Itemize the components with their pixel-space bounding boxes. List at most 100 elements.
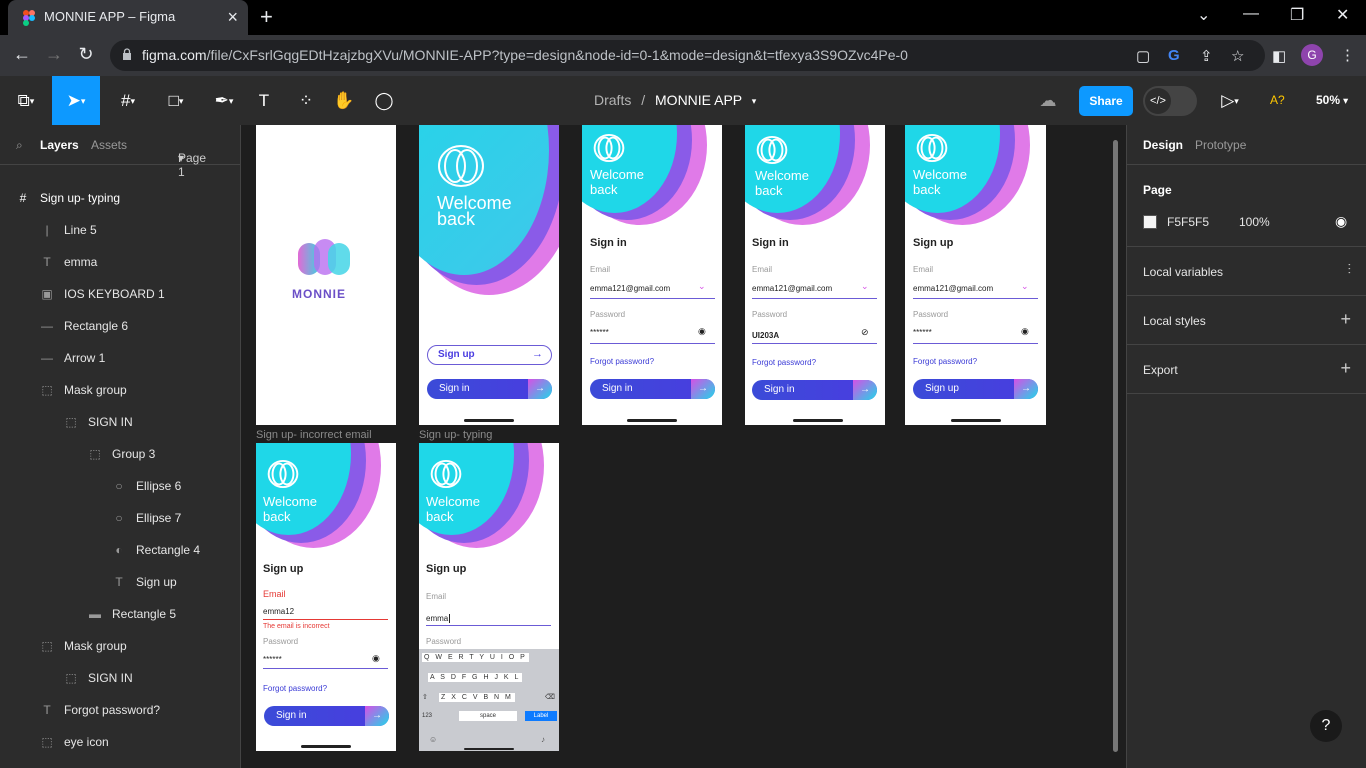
frame-typing[interactable]: Welcome back Sign up Email emma Password… (419, 443, 559, 751)
layer-row[interactable]: ⬚ Group 3 (0, 438, 240, 470)
zoom-select[interactable]: 50% ▾ (1316, 93, 1348, 107)
frame-sign-up[interactable]: Welcome back Sign up Email emma121@gmail… (905, 125, 1046, 425)
layer-row[interactable]: ⬚ SIGN IN (0, 662, 240, 694)
new-tab-button[interactable]: + (260, 4, 273, 30)
forgot-password-link[interactable]: Forgot password? (913, 357, 977, 366)
design-canvas[interactable]: MONNIE Welcome back Sign up → Sign in → W… (241, 125, 1126, 768)
file-name[interactable]: MONNIE APP (655, 92, 742, 108)
frame-label[interactable]: Sign up- incorrect email (256, 429, 372, 441)
sign-in-button[interactable]: Sign in → (590, 379, 715, 399)
dev-mode-toggle[interactable]: </> (1143, 86, 1197, 116)
layer-row[interactable]: ⬚ eye icon (0, 726, 240, 758)
pen-tool-button[interactable]: ✒▾ (204, 76, 244, 125)
layer-row[interactable]: ▬ Rectangle 5 (0, 598, 240, 630)
eye-off-icon[interactable]: ⊘ (861, 327, 869, 338)
email-field[interactable]: emma121@gmail.com (590, 284, 670, 293)
tab-prototype[interactable]: Prototype (1195, 138, 1246, 152)
microphone-icon[interactable]: ♪ (541, 735, 545, 744)
chevron-down-icon[interactable]: ⌄ (1197, 5, 1210, 25)
browser-tab[interactable]: MONNIE APP – Figma × (8, 0, 248, 35)
forgot-password-link[interactable]: Forgot password? (590, 357, 654, 366)
minimize-icon[interactable]: — (1243, 5, 1259, 23)
eye-icon[interactable]: ◉ (1335, 213, 1347, 230)
share-button[interactable]: Share (1079, 86, 1133, 116)
email-field[interactable]: emma121@gmail.com (913, 284, 993, 293)
back-icon[interactable]: ← (10, 44, 34, 65)
layer-row[interactable]: | Line 5 (0, 214, 240, 246)
tab-design[interactable]: Design (1143, 138, 1183, 152)
breadcrumb-drafts[interactable]: Drafts (594, 92, 631, 108)
space-key[interactable]: space (459, 711, 517, 721)
frame-sign-in-visible[interactable]: Welcome back Sign in Email emma121@gmail… (745, 125, 885, 425)
frame-tool-button[interactable]: #▾ (108, 76, 148, 125)
sign-in-button[interactable]: Sign in → (427, 379, 552, 399)
layer-row[interactable]: ○ Ellipse 6 (0, 470, 240, 502)
bookmark-star-icon[interactable]: ☆ (1231, 47, 1244, 65)
tab-assets[interactable]: Assets (91, 138, 127, 152)
present-button[interactable]: ▷▾ (1212, 76, 1248, 125)
layer-row[interactable]: ⬚ SIGN IN (0, 406, 240, 438)
restore-icon[interactable]: ❐ (1290, 5, 1304, 25)
shape-tool-button[interactable]: □▾ (156, 76, 196, 125)
omnibox[interactable]: figma.com/file/CxFsrlGqgEDtHzajzbgXVu/MO… (110, 40, 1265, 71)
layer-row[interactable]: # Sign up- typing (0, 182, 240, 214)
layer-row[interactable]: T Sign up (0, 566, 240, 598)
forgot-password-link[interactable]: Forgot password? (752, 358, 816, 367)
eye-icon[interactable]: ◉ (698, 326, 706, 337)
keyboard-row-2[interactable]: A S D F G H J K L (428, 673, 523, 682)
return-key[interactable]: Label (525, 711, 557, 721)
frame-incorrect-email[interactable]: Welcome back Sign up Email emma12 The em… (256, 443, 396, 751)
frame-welcome[interactable]: Welcome back Sign up → Sign in → (419, 125, 559, 425)
ios-keyboard[interactable]: Q W E R T Y U I O P A S D F G H J K L ⇧ … (419, 649, 559, 751)
layer-row[interactable]: ⬚ Mask group (0, 374, 240, 406)
canvas-scrollbar[interactable] (1113, 140, 1118, 752)
resources-button[interactable]: ⁘ (288, 76, 324, 125)
layer-row[interactable]: ◐ Rectangle 4 (0, 534, 240, 566)
plus-icon[interactable]: + (1340, 358, 1351, 379)
password-field[interactable]: ****** (913, 328, 932, 337)
shift-icon[interactable]: ⇧ (422, 693, 428, 701)
emoji-icon[interactable]: ☺ (429, 735, 437, 744)
layer-row[interactable]: ▣ IOS KEYBOARD 1 (0, 278, 240, 310)
layer-row[interactable]: ⬚TICK ICON (0, 758, 240, 768)
layer-row[interactable]: — Arrow 1 (0, 342, 240, 374)
sign-in-button[interactable]: Sign in → (752, 380, 877, 400)
layer-row[interactable]: — Rectangle 6 (0, 310, 240, 342)
email-field[interactable]: emma121@gmail.com (752, 284, 832, 293)
sliders-icon[interactable]: ⫶ (1348, 261, 1352, 278)
forward-icon[interactable]: → (42, 44, 66, 65)
accessibility-badge[interactable]: A? (1270, 93, 1285, 107)
page-color-swatch[interactable] (1143, 215, 1157, 229)
search-icon[interactable]: ⌕ (16, 138, 23, 153)
chevron-down-icon[interactable]: ▾ (752, 96, 757, 106)
main-menu-button[interactable]: ⧉▾ (8, 76, 44, 125)
sign-up-button[interactable]: Sign up → (913, 379, 1038, 399)
comment-tool-button[interactable]: ◯ (366, 76, 402, 125)
page-opacity-value[interactable]: 100% (1239, 215, 1270, 229)
password-field[interactable]: UI203A (752, 331, 779, 340)
frame-sign-in[interactable]: Welcome back Sign in Email emma121@gmail… (582, 125, 722, 425)
tab-layers[interactable]: Layers (40, 138, 79, 152)
plus-icon[interactable]: + (1340, 309, 1351, 330)
keyboard-row-3[interactable]: Z X C V B N M (439, 693, 515, 702)
hand-tool-button[interactable]: ✋ (326, 76, 362, 125)
email-field[interactable]: emma12 (263, 607, 294, 616)
eye-icon[interactable]: ◉ (1021, 326, 1029, 337)
move-tool-button[interactable]: ➤▾ (52, 76, 100, 125)
numbers-key[interactable]: 123 (422, 713, 432, 719)
backspace-icon[interactable]: ⌫ (545, 693, 555, 701)
share-page-icon[interactable]: ⇪ (1200, 47, 1213, 65)
layer-row[interactable]: ○ Ellipse 7 (0, 502, 240, 534)
email-field[interactable]: emma (426, 614, 451, 623)
window-close-icon[interactable]: ✕ (1336, 5, 1349, 25)
password-field[interactable]: ****** (590, 328, 609, 337)
sign-up-button[interactable]: Sign up → (427, 345, 552, 365)
page-color-value[interactable]: F5F5F5 (1167, 215, 1209, 229)
password-field[interactable]: ****** (263, 655, 282, 664)
layer-row[interactable]: ⬚ Mask group (0, 630, 240, 662)
frame-splash[interactable]: MONNIE (256, 125, 396, 425)
menu-dots-icon[interactable]: ⋮ (1340, 46, 1355, 64)
layer-row[interactable]: T Forgot password? (0, 694, 240, 726)
offline-cloud-icon[interactable]: ☁ (1030, 76, 1066, 125)
clipboard-icon[interactable]: ▢ (1136, 47, 1150, 65)
